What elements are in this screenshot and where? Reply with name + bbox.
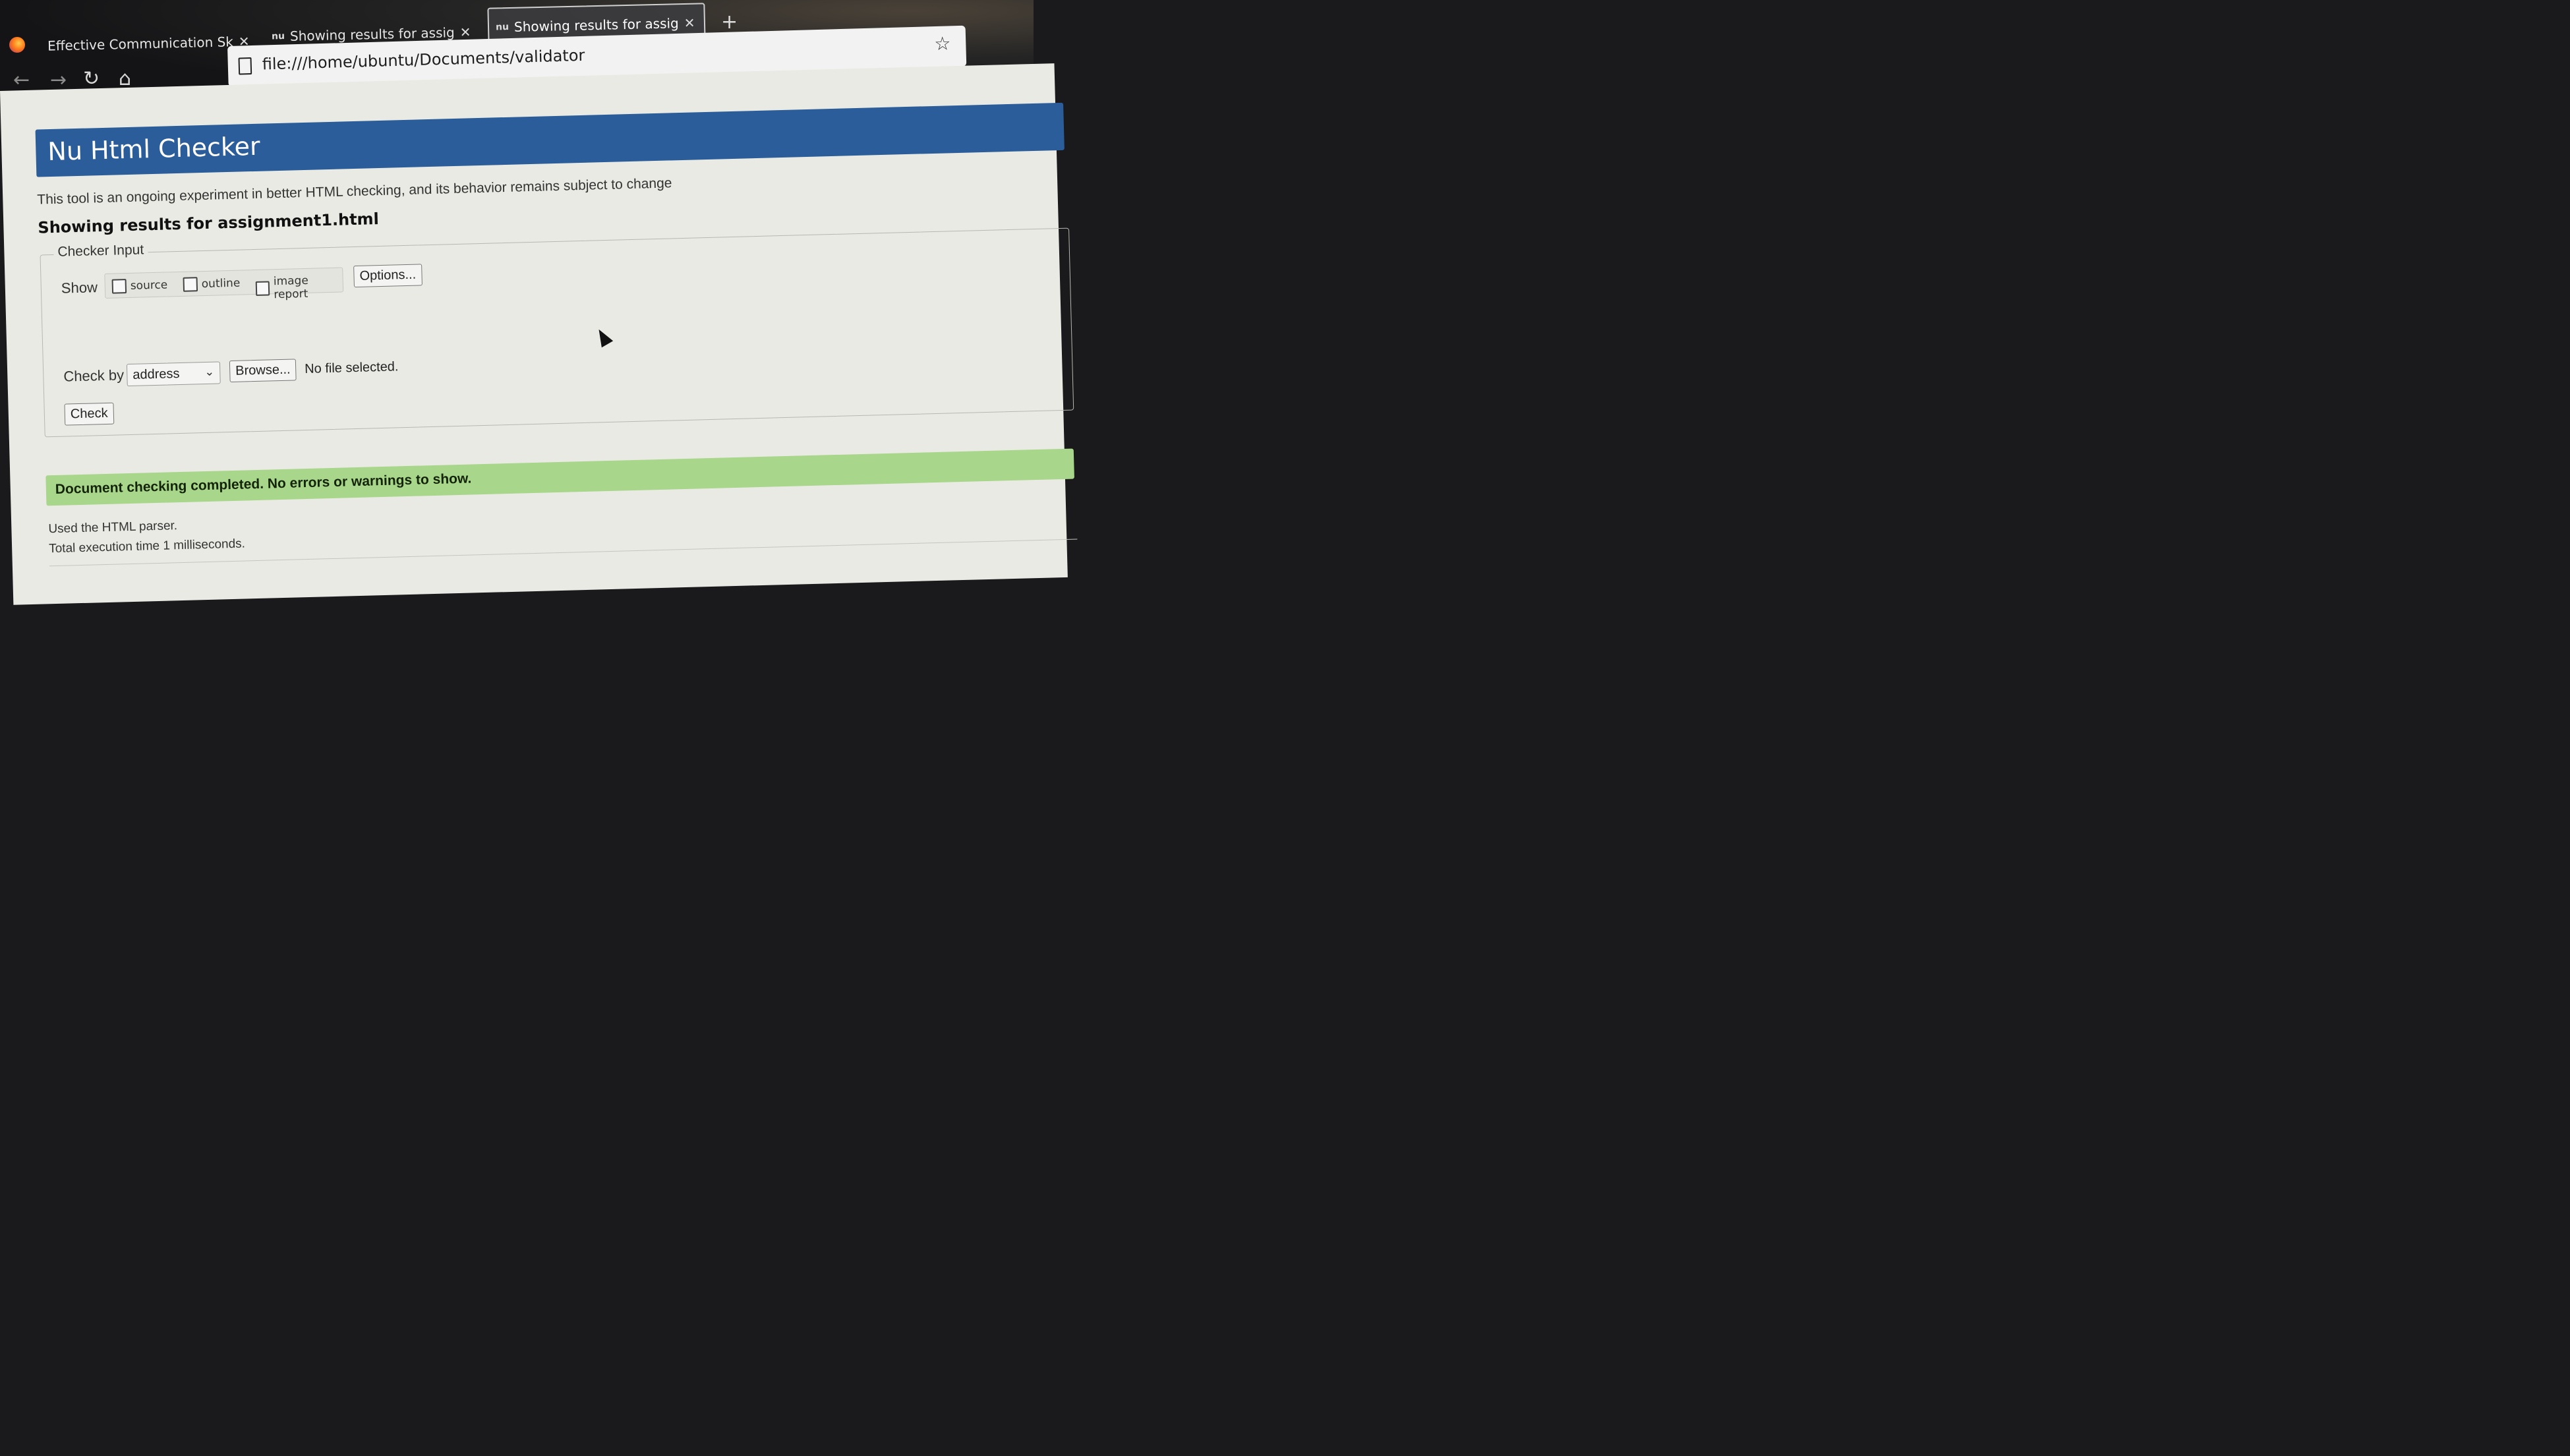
tab-title: Showing results for assig [513,15,680,35]
image-report-checkbox[interactable]: image report [255,273,343,301]
outline-checkbox[interactable]: outline [183,276,241,292]
page-icon [238,57,252,75]
checkbox-box[interactable] [255,281,270,296]
reload-icon[interactable]: ↻ [83,67,100,90]
chevron-down-icon: ⌄ [204,364,215,380]
home-icon[interactable]: ⌂ [119,67,131,90]
success-message: Document checking completed. No errors o… [55,471,472,498]
checkbox-label: image report [273,274,309,302]
nu-favicon-icon: nu [271,31,285,42]
tab-effective-communication[interactable]: Effective Communication Sk ✕ [47,28,258,59]
check-button[interactable]: Check [64,402,114,426]
check-by-select[interactable]: address ⌄ [126,361,221,387]
select-value: address [132,366,180,382]
firefox-logo-icon [9,37,25,53]
checkbox-label: outline [201,276,241,291]
checkbox-label: source [130,278,168,293]
url-text[interactable]: file:///home/ubuntu/Documents/validator [262,46,585,74]
intro-text: This tool is an ongoing experiment in be… [37,175,672,208]
page-header: Nu Html Checker [35,102,1065,177]
checkbox-box[interactable] [183,277,198,292]
nu-favicon-icon: nu [495,22,510,33]
success-banner: Document checking completed. No errors o… [45,448,1074,506]
no-file-text: No file selected. [304,359,399,377]
tab-title: Effective Communication Sk [47,34,234,54]
source-checkbox[interactable]: source [111,277,168,294]
forward-icon[interactable]: → [50,69,67,92]
options-button[interactable]: Options... [353,264,423,288]
show-options-group: source outline image report [104,267,344,301]
checkbox-box[interactable] [111,279,127,294]
browse-button[interactable]: Browse... [229,359,297,383]
parser-note: Used the HTML parser. [48,519,178,537]
close-icon[interactable]: ✕ [684,15,695,31]
page-title: Nu Html Checker [47,131,261,167]
bookmark-star-icon[interactable]: ☆ [934,32,951,55]
back-icon[interactable]: ← [13,69,30,92]
check-by-label: Check by [63,366,125,385]
close-icon[interactable]: ✕ [459,24,471,40]
results-heading: Showing results for assignment1.html [38,210,380,237]
checker-input-fieldset: Checker Input Show source outline image … [40,227,1074,438]
execution-time: Total execution time 1 milliseconds. [48,537,246,556]
new-tab-button[interactable]: + [721,11,738,34]
page-content: Nu Html Checker This tool is an ongoing … [0,63,1078,605]
show-label: Show [61,279,98,297]
fieldset-legend: Checker Input [53,242,148,260]
